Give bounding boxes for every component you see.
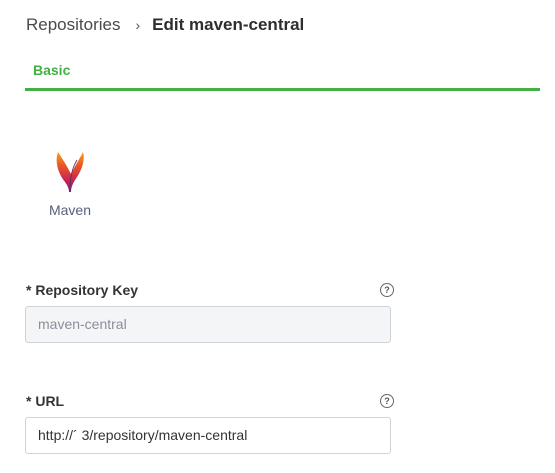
breadcrumb: Repositories › Edit maven-central (26, 14, 304, 36)
repository-key-input[interactable]: maven-central (25, 306, 391, 343)
url-label: * URL (26, 393, 65, 409)
apache-feather-icon (56, 152, 84, 193)
chevron-right-icon: › (135, 17, 141, 33)
breadcrumb-repositories-link[interactable]: Repositories (26, 14, 121, 36)
page-title: Edit maven-central (152, 15, 305, 34)
help-icon[interactable]: ? (380, 283, 394, 297)
repository-key-label: * Repository Key (26, 282, 139, 298)
help-icon[interactable]: ? (380, 394, 394, 408)
package-type-label: Maven (48, 202, 92, 218)
tab-bar: Basic (25, 58, 540, 91)
package-type-tile: Maven (40, 150, 100, 218)
tab-basic[interactable]: Basic (33, 62, 70, 78)
url-input[interactable]: http://´ 3/repository/maven-central (25, 417, 391, 454)
